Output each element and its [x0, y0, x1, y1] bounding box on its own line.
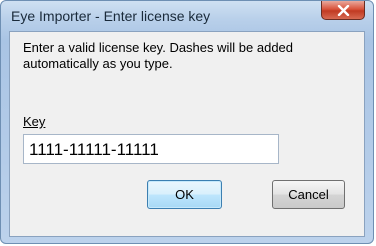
- cancel-button[interactable]: Cancel: [272, 180, 345, 209]
- title-bar[interactable]: Eye Importer - Enter license key: [1, 1, 373, 29]
- key-label: Key: [23, 114, 45, 129]
- ok-button[interactable]: OK: [147, 180, 222, 209]
- key-label-text: Key: [23, 114, 46, 129]
- license-key-input[interactable]: 1111-11111-11111: [23, 134, 279, 164]
- window-title: Eye Importer - Enter license key: [11, 8, 211, 24]
- instruction-text: Enter a valid license key. Dashes will b…: [23, 40, 294, 71]
- dialog-window: Eye Importer - Enter license key Enter a…: [0, 0, 374, 244]
- close-icon: [337, 5, 350, 16]
- dialog-body: Enter a valid license key. Dashes will b…: [9, 31, 365, 237]
- close-button[interactable]: [321, 1, 365, 20]
